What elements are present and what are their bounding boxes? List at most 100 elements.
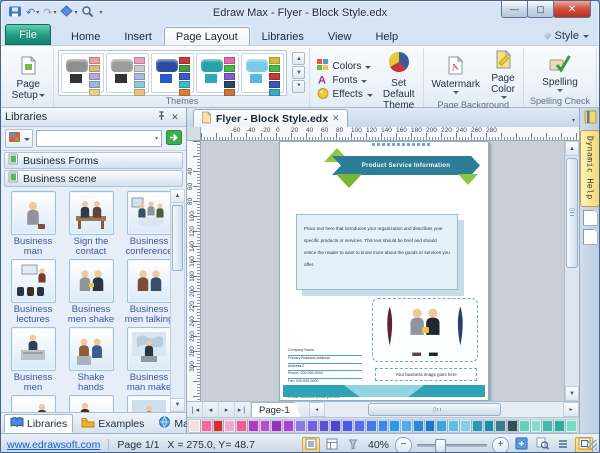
library-shape-item[interactable]: Shake hands [64, 327, 118, 393]
palette-color-swatch[interactable] [531, 420, 542, 432]
palette-color-swatch[interactable] [271, 420, 282, 432]
tab-libraries[interactable]: Libraries [250, 27, 316, 45]
previous-page-button[interactable]: ◂ [203, 402, 219, 417]
palette-color-swatch[interactable] [213, 420, 224, 432]
tab-file[interactable]: File [5, 24, 51, 45]
library-shape-thumbnail[interactable] [127, 327, 171, 371]
library-shape-item[interactable]: Business men [6, 327, 60, 393]
style-selector[interactable]: Style [544, 30, 589, 42]
page-icon[interactable] [583, 210, 598, 226]
palette-color-swatch[interactable] [425, 420, 436, 432]
zoom-select-button[interactable] [533, 437, 551, 453]
close-panel-button[interactable]: ✕ [168, 111, 182, 124]
palette-color-swatch[interactable] [319, 420, 330, 432]
minimize-button[interactable]: — [501, 1, 528, 18]
palette-color-swatch[interactable] [236, 420, 247, 432]
library-shape-item[interactable]: Business man [6, 191, 60, 257]
document-tab[interactable]: Flyer - Block Style.edx ✕ [193, 109, 348, 127]
window-resize-grip[interactable] [587, 440, 597, 450]
zoom-slider-thumb[interactable] [435, 439, 446, 453]
palette-color-swatch[interactable] [413, 420, 424, 432]
library-shape-thumbnail[interactable] [69, 327, 114, 371]
flyer-image-placeholder[interactable] [372, 298, 478, 362]
library-shape-item[interactable] [122, 395, 170, 412]
canvas-horizontal-scrollbar[interactable]: ◂ ▸ [309, 402, 579, 417]
library-shape-thumbnail[interactable] [11, 259, 56, 303]
library-shape-item[interactable]: Sign the contact [64, 191, 118, 257]
palette-color-swatch[interactable] [248, 420, 259, 432]
library-shape-thumbnail[interactable] [11, 191, 56, 235]
palette-color-swatch[interactable] [201, 420, 212, 432]
library-shape-thumbnail[interactable] [127, 259, 171, 303]
theme-thumbnail[interactable] [241, 53, 284, 93]
library-shape-item[interactable]: Business conference [122, 191, 170, 257]
palette-color-swatch[interactable] [460, 420, 471, 432]
close-document-icon[interactable]: ✕ [332, 113, 340, 124]
palette-color-swatch[interactable] [366, 420, 377, 432]
dynamic-help-tab[interactable]: Dynamic Help [580, 130, 600, 207]
fit-page-button[interactable] [512, 437, 530, 453]
palette-color-swatch[interactable] [283, 420, 294, 432]
canvas-vscroll-thumb[interactable] [566, 158, 578, 268]
library-shape-item[interactable] [6, 395, 60, 412]
fonts-button[interactable]: AFonts [314, 74, 375, 87]
library-scrollbar[interactable]: ▲ ▼ [170, 189, 185, 412]
split-view-button[interactable] [323, 437, 341, 453]
page-color-button[interactable]: Page Color [487, 49, 519, 100]
search-go-button[interactable] [165, 131, 182, 147]
palette-color-swatch[interactable] [519, 420, 530, 432]
outline-view-button[interactable] [554, 437, 572, 453]
set-default-theme-button[interactable]: Set Default Theme [379, 49, 419, 112]
tab-help[interactable]: Help [363, 27, 410, 45]
palette-color-swatch[interactable] [389, 420, 400, 432]
reading-view-button[interactable] [344, 437, 362, 453]
palette-color-swatch[interactable] [295, 420, 306, 432]
palette-color-swatch[interactable] [307, 420, 318, 432]
theme-scroll-up[interactable]: ▲ [292, 52, 305, 65]
palette-color-swatch[interactable] [484, 420, 495, 432]
tab-overflow-icon[interactable]: ▾ [572, 117, 575, 124]
library-shape-thumbnail[interactable] [69, 259, 114, 303]
palette-color-swatch[interactable] [401, 420, 412, 432]
tab-page-layout[interactable]: Page Layout [164, 27, 250, 45]
tab-examples-bottom[interactable]: Examples [75, 415, 150, 433]
scroll-up-icon[interactable]: ▲ [171, 190, 184, 203]
library-shape-thumbnail[interactable] [11, 395, 56, 412]
watermark-button[interactable]: A Watermark [428, 55, 485, 95]
normal-view-button[interactable] [302, 437, 320, 453]
scroll-down-icon[interactable]: ▼ [171, 398, 184, 411]
canvas-vertical-scrollbar[interactable]: ▲ ▼ [564, 141, 579, 401]
theme-scroll-down[interactable]: ▼ [292, 66, 305, 79]
edrawsoft-link[interactable]: www.edrawsoft.com [7, 439, 100, 451]
spelling-button[interactable]: Spelling [538, 52, 582, 93]
library-scrollbar-thumb[interactable] [172, 205, 183, 271]
library-shape-thumbnail[interactable] [127, 191, 171, 235]
library-shape-thumbnail[interactable] [127, 395, 171, 412]
theme-gallery-more[interactable]: ⯆ [292, 80, 305, 93]
tab-view[interactable]: View [316, 27, 364, 45]
canvas-hscroll-thumb[interactable] [368, 403, 501, 416]
library-section-business-scene[interactable]: Business scene [4, 170, 183, 187]
drawing-canvas[interactable]: Product Service Information Place text h… [201, 141, 564, 401]
pin-panel-button[interactable] [154, 111, 168, 124]
colors-button[interactable]: Colors [314, 60, 375, 73]
theme-thumbnail[interactable] [151, 53, 194, 93]
library-picker-button[interactable] [5, 129, 33, 148]
zoom-in-button[interactable]: + [492, 437, 509, 453]
library-search-input[interactable] [40, 132, 155, 145]
palette-color-swatch[interactable] [224, 420, 235, 432]
library-shape-thumbnail[interactable] [69, 191, 114, 235]
flyer-intro-textbox[interactable]: Place text here that introduces your org… [296, 214, 458, 290]
zoom-slider[interactable] [417, 444, 487, 447]
library-shape-item[interactable] [64, 395, 118, 412]
palette-color-swatch[interactable] [507, 420, 518, 432]
tab-home[interactable]: Home [59, 27, 112, 45]
palette-color-swatch[interactable] [566, 420, 577, 432]
palette-color-swatch[interactable] [436, 420, 447, 432]
palette-color-swatch[interactable] [330, 420, 341, 432]
theme-thumbnail[interactable] [61, 53, 104, 93]
zoom-out-button[interactable]: − [395, 437, 412, 453]
library-section-business-forms[interactable]: Business Forms [4, 152, 183, 169]
palette-color-swatch[interactable] [378, 420, 389, 432]
library-shape-item[interactable]: Business men shake [64, 259, 118, 325]
